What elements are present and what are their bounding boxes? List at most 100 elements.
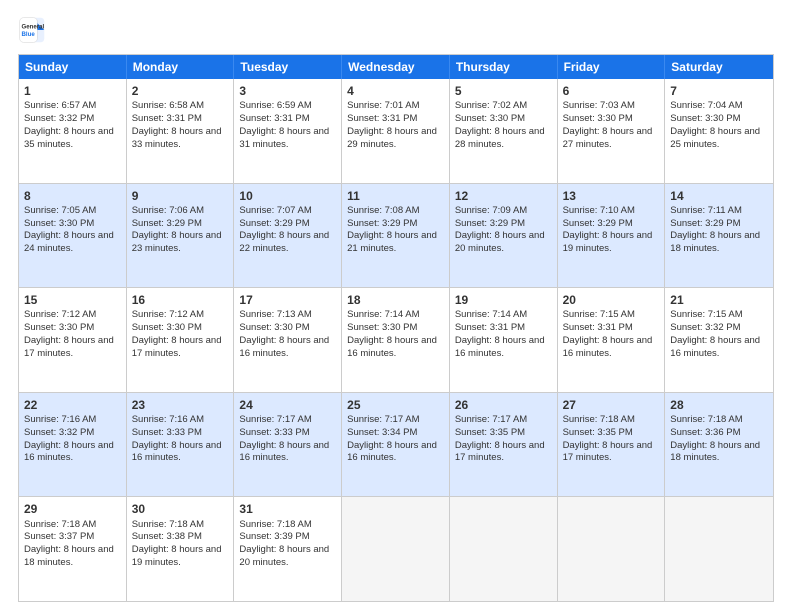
sunrise-time: Sunrise: 7:18 AM [563,414,635,425]
sunset-time: Sunset: 3:34 PM [347,427,417,438]
day-cell-21: 21Sunrise: 7:15 AM Sunset: 3:32 PM Dayligh… [665,288,773,392]
daylight-hours: Daylight: 8 hours and 19 minutes. [132,544,222,568]
daylight-hours: Daylight: 8 hours and 28 minutes. [455,126,545,150]
svg-text:Blue: Blue [22,31,36,38]
day-number: 29 [24,501,121,517]
daylight-hours: Daylight: 8 hours and 20 minutes. [455,230,545,254]
sunrise-time: Sunrise: 7:18 AM [132,519,204,530]
sunset-time: Sunset: 3:29 PM [239,218,309,229]
sunrise-time: Sunrise: 7:18 AM [670,414,742,425]
day-cell-17: 17Sunrise: 7:13 AMSunset: 3:30 PMDayligh… [234,288,342,392]
sunrise-time: Sunrise: 7:11 AM [670,205,742,216]
day-number: 27 [563,397,660,413]
day-number: 17 [239,292,336,308]
sunrise-time: Sunrise: 7:13 AM [239,309,311,320]
sunset-time: Sunset: 3:31 PM [347,113,417,124]
day-header-monday: Monday [127,55,235,79]
sunset-time: Sunset: 3:31 PM [132,113,202,124]
sunset-time: Sunset: 3:35 PM [563,427,633,438]
day-number: 19 [455,292,552,308]
sunrise-time: Sunrise: 6:59 AM [239,100,311,111]
week-row-5: 29 Sunrise: 7:18 AM Sunset: 3:37 PM Dayligh… [19,496,773,601]
daylight-hours: Daylight: 8 hours and 23 minutes. [132,230,222,254]
daylight-hours: Daylight: 8 hours and 20 minutes. [239,544,329,568]
day-header-sunday: Sunday [19,55,127,79]
day-cell-20: 20Sunrise: 7:15 AMSunset: 3:31 PMDayligh… [558,288,666,392]
daylight-hours: Daylight: 8 hours and 18 minutes. [24,544,114,568]
sunrise-time: Sunrise: 7:15 AM [670,309,742,320]
day-number: 9 [132,188,229,204]
day-number: 15 [24,292,121,308]
sunrise-time: Sunrise: 7:17 AM [347,414,419,425]
sunrise-time: Sunrise: 7:16 AM [24,414,96,425]
day-cell-27: 27Sunrise: 7:18 AM Sunset: 3:35 PM Dayligh… [558,393,666,497]
day-number: 7 [670,83,768,99]
day-number: 24 [239,397,336,413]
sunrise-time: Sunrise: 7:02 AM [455,100,527,111]
sunrise-time: Sunrise: 7:01 AM [347,100,419,111]
sunset-time: Sunset: 3:33 PM [239,427,309,438]
day-number: 31 [239,501,336,517]
day-cell-6: 6Sunrise: 7:03 AMSunset: 3:30 PMDaylight… [558,79,666,183]
day-cell-9: 9Sunrise: 7:06 AM Sunset: 3:29 PMDaylight… [127,184,235,288]
sunset-time: Sunset: 3:31 PM [239,113,309,124]
day-cell-2: 2Sunrise: 6:58 AMSunset: 3:31 PMDaylight… [127,79,235,183]
calendar-header: SundayMondayTuesdayWednesdayThursdayFrid… [19,55,773,79]
daylight-hours: Daylight: 8 hours and 16 minutes. [455,335,545,359]
sunrise-time: Sunrise: 7:16 AM [132,414,204,425]
day-number: 6 [563,83,660,99]
sunrise-time: Sunrise: 7:10 AM [563,205,635,216]
sunset-time: Sunset: 3:35 PM [455,427,525,438]
day-number: 10 [239,188,336,204]
daylight-hours: Daylight: 8 hours and 17 minutes. [563,440,653,464]
day-cell-23: 23Sunrise: 7:16 AMSunset: 3:33 PMDayligh… [127,393,235,497]
sunrise-time: Sunrise: 7:12 AM [132,309,204,320]
day-number: 26 [455,397,552,413]
day-number: 2 [132,83,229,99]
sunset-time: Sunset: 3:29 PM [347,218,417,229]
sunset-time: Sunset: 3:32 PM [24,427,94,438]
sunset-time: Sunset: 3:30 PM [132,322,202,333]
day-cell-31: 31Sunrise: 7:18 AMSunset: 3:39 PMDayligh… [234,497,342,601]
sunset-time: Sunset: 3:29 PM [132,218,202,229]
sunset-time: Sunset: 3:36 PM [670,427,740,438]
sunset-time: Sunset: 3:37 PM [24,531,94,542]
day-cell-26: 26Sunrise: 7:17 AMSunset: 3:35 PMDayligh… [450,393,558,497]
sunset-time: Sunset: 3:32 PM [24,113,94,124]
day-header-wednesday: Wednesday [342,55,450,79]
day-number: 1 [24,83,121,99]
day-number: 30 [132,501,229,517]
sunset-time: Sunset: 3:30 PM [670,113,740,124]
sunset-time: Sunset: 3:32 PM [670,322,740,333]
calendar-body: 1Sunrise: 6:57 AMSunset: 3:32 PMDaylight… [19,79,773,601]
sunset-time: Sunset: 3:31 PM [455,322,525,333]
day-number: 4 [347,83,444,99]
logo-icon: General Blue [18,16,46,44]
sunset-time: Sunset: 3:29 PM [455,218,525,229]
day-number: 22 [24,397,121,413]
day-number: 21 [670,292,768,308]
empty-cell [450,497,558,601]
sunset-time: Sunset: 3:29 PM [563,218,633,229]
week-row-4: 22Sunrise: 7:16 AMSunset: 3:32 PMDayligh… [19,392,773,497]
sunrise-time: Sunrise: 7:15 AM [563,309,635,320]
daylight-hours: Daylight: 8 hours and 16 minutes. [132,440,222,464]
sunrise-time: Sunrise: 7:08 AM [347,205,419,216]
daylight-hours: Daylight: 8 hours and 16 minutes. [563,335,653,359]
daylight-hours: Daylight: 8 hours and 31 minutes. [239,126,329,150]
daylight-hours: Daylight: 8 hours and 16 minutes. [670,335,760,359]
day-number: 23 [132,397,229,413]
sunset-time: Sunset: 3:30 PM [24,218,94,229]
week-row-2: 8Sunrise: 7:05 AMSunset: 3:30 PMDaylight… [19,183,773,288]
day-number: 5 [455,83,552,99]
week-row-3: 15 Sunrise: 7:12 AM Sunset: 3:30 PM Dayligh… [19,287,773,392]
day-cell-5: 5Sunrise: 7:02 AMSunset: 3:30 PMDaylight… [450,79,558,183]
sunrise-time: Sunrise: 7:18 AM [239,519,311,530]
sunrise-time: Sunrise: 7:06 AM [132,205,204,216]
daylight-hours: Daylight: 8 hours and 19 minutes. [563,230,653,254]
daylight-hours: Daylight: 8 hours and 17 minutes. [24,335,114,359]
day-cell-7: 7Sunrise: 7:04 AMSunset: 3:30 PMDaylight… [665,79,773,183]
daylight-hours: Daylight: 8 hours and 16 minutes. [24,440,114,464]
sunset-time: Sunset: 3:31 PM [563,322,633,333]
day-cell-29: 29Sunrise: 7:18 AMSunset: 3:37 PMDayligh… [19,497,127,601]
